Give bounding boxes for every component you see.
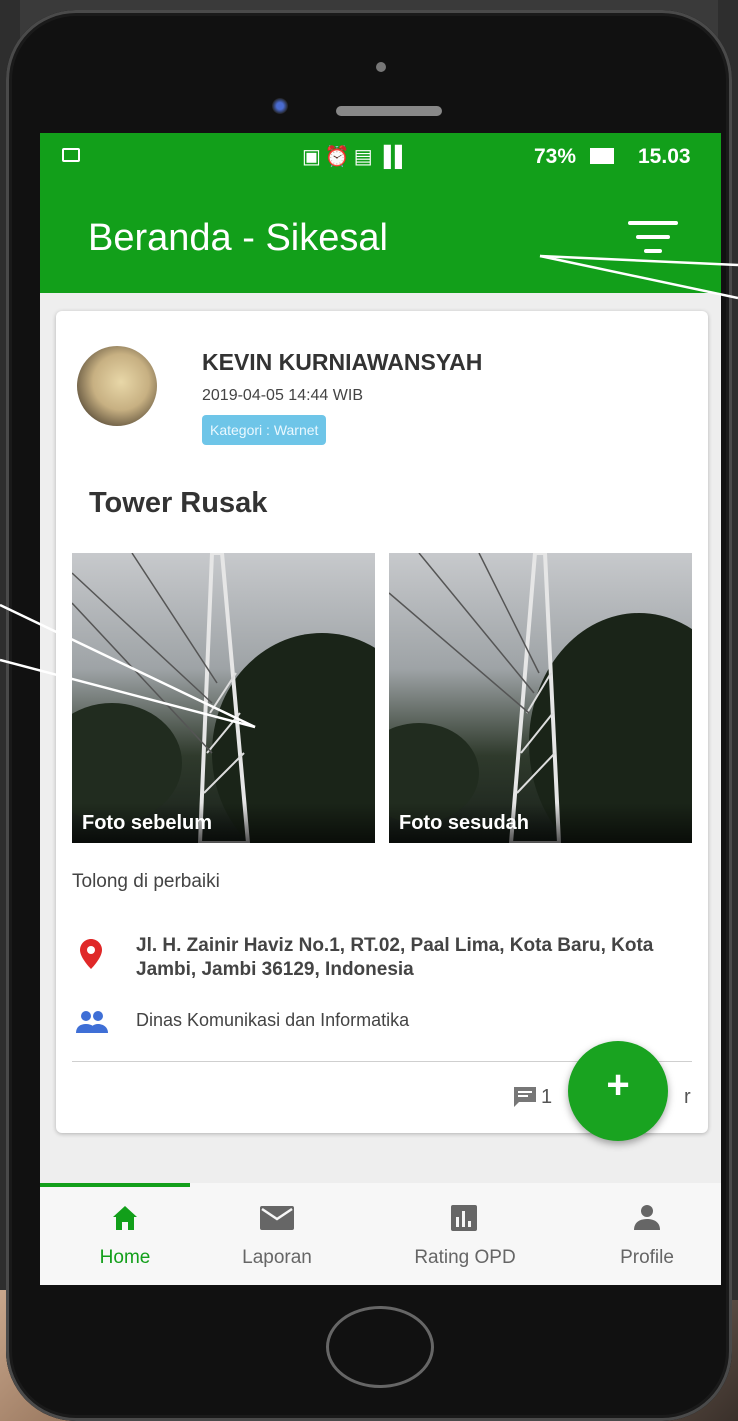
home-icon <box>113 1206 137 1230</box>
photo-before[interactable]: Foto sebelum <box>72 553 375 843</box>
post-agency: Dinas Komunikasi dan Informatika <box>136 1010 410 1030</box>
clock: 15.03 <box>638 145 691 168</box>
photo-after-caption: Foto sesudah <box>389 803 692 843</box>
person-icon <box>634 1205 660 1230</box>
nav-home-label: Home <box>99 1247 151 1268</box>
plus-icon: + <box>606 1063 630 1107</box>
photo-before-caption: Foto sebelum <box>72 803 375 843</box>
tower-photo-after-image <box>389 553 692 843</box>
avatar[interactable] <box>77 346 157 426</box>
tower-photo-before-image <box>72 553 375 843</box>
photo-after-label: Foto sesudah <box>399 812 530 834</box>
battery-icon <box>590 148 614 164</box>
home-hardware-button[interactable] <box>326 1306 434 1388</box>
front-sensor <box>376 62 386 72</box>
mail-icon <box>260 1206 294 1230</box>
add-report-button[interactable]: + <box>568 1041 668 1141</box>
user-name: KEVIN KURNIAWANSYAH <box>202 349 483 375</box>
earpiece-speaker <box>336 106 442 116</box>
nav-laporan[interactable]: Laporan <box>192 1183 362 1285</box>
app-screen: ▣⏰▤▐▌ 73% 15.03 Beranda - Sikesal KEVIN … <box>40 133 721 1285</box>
bottom-navigation: Home Laporan Rating OPD Profile <box>40 1183 721 1285</box>
nav-home[interactable]: Home <box>40 1183 210 1285</box>
post-description: Tolong di perbaiki <box>72 871 220 892</box>
category-badge: Kategori : Warnet <box>202 415 327 445</box>
nav-rating-opd-label: Rating OPD <box>414 1247 516 1268</box>
post-title: Tower Rusak <box>89 487 268 519</box>
comment-icon[interactable] <box>514 1087 536 1107</box>
app-bar: Beranda - Sikesal <box>40 179 721 293</box>
bar-chart-icon <box>451 1205 477 1231</box>
comment-label-fragment: r <box>684 1086 691 1108</box>
location-pin-icon <box>80 939 102 969</box>
post-address: Jl. H. Zainir Haviz No.1, RT.02, Paal Li… <box>136 935 654 980</box>
nav-profile-label: Profile <box>620 1247 674 1268</box>
nav-profile[interactable]: Profile <box>562 1183 721 1285</box>
status-icons: ▣⏰▤▐▌ <box>302 146 414 168</box>
report-card[interactable]: KEVIN KURNIAWANSYAH 2019-04-05 14:44 WIB… <box>56 311 708 1133</box>
nav-rating-opd[interactable]: Rating OPD <box>380 1183 550 1285</box>
photo-after[interactable]: Foto sesudah <box>389 553 692 843</box>
gallery-notification-icon <box>62 148 80 162</box>
front-camera <box>272 98 288 114</box>
battery-level: 73% <box>534 145 577 168</box>
people-icon <box>76 1011 108 1033</box>
nav-laporan-label: Laporan <box>242 1247 312 1268</box>
photo-before-label: Foto sebelum <box>82 812 213 834</box>
filter-icon[interactable] <box>628 221 678 257</box>
status-bar: ▣⏰▤▐▌ 73% 15.03 <box>40 133 721 179</box>
comment-count[interactable]: 1 <box>541 1086 552 1109</box>
page-title: Beranda - Sikesal <box>88 217 388 259</box>
post-date: 2019-04-05 14:44 WIB <box>202 387 363 404</box>
